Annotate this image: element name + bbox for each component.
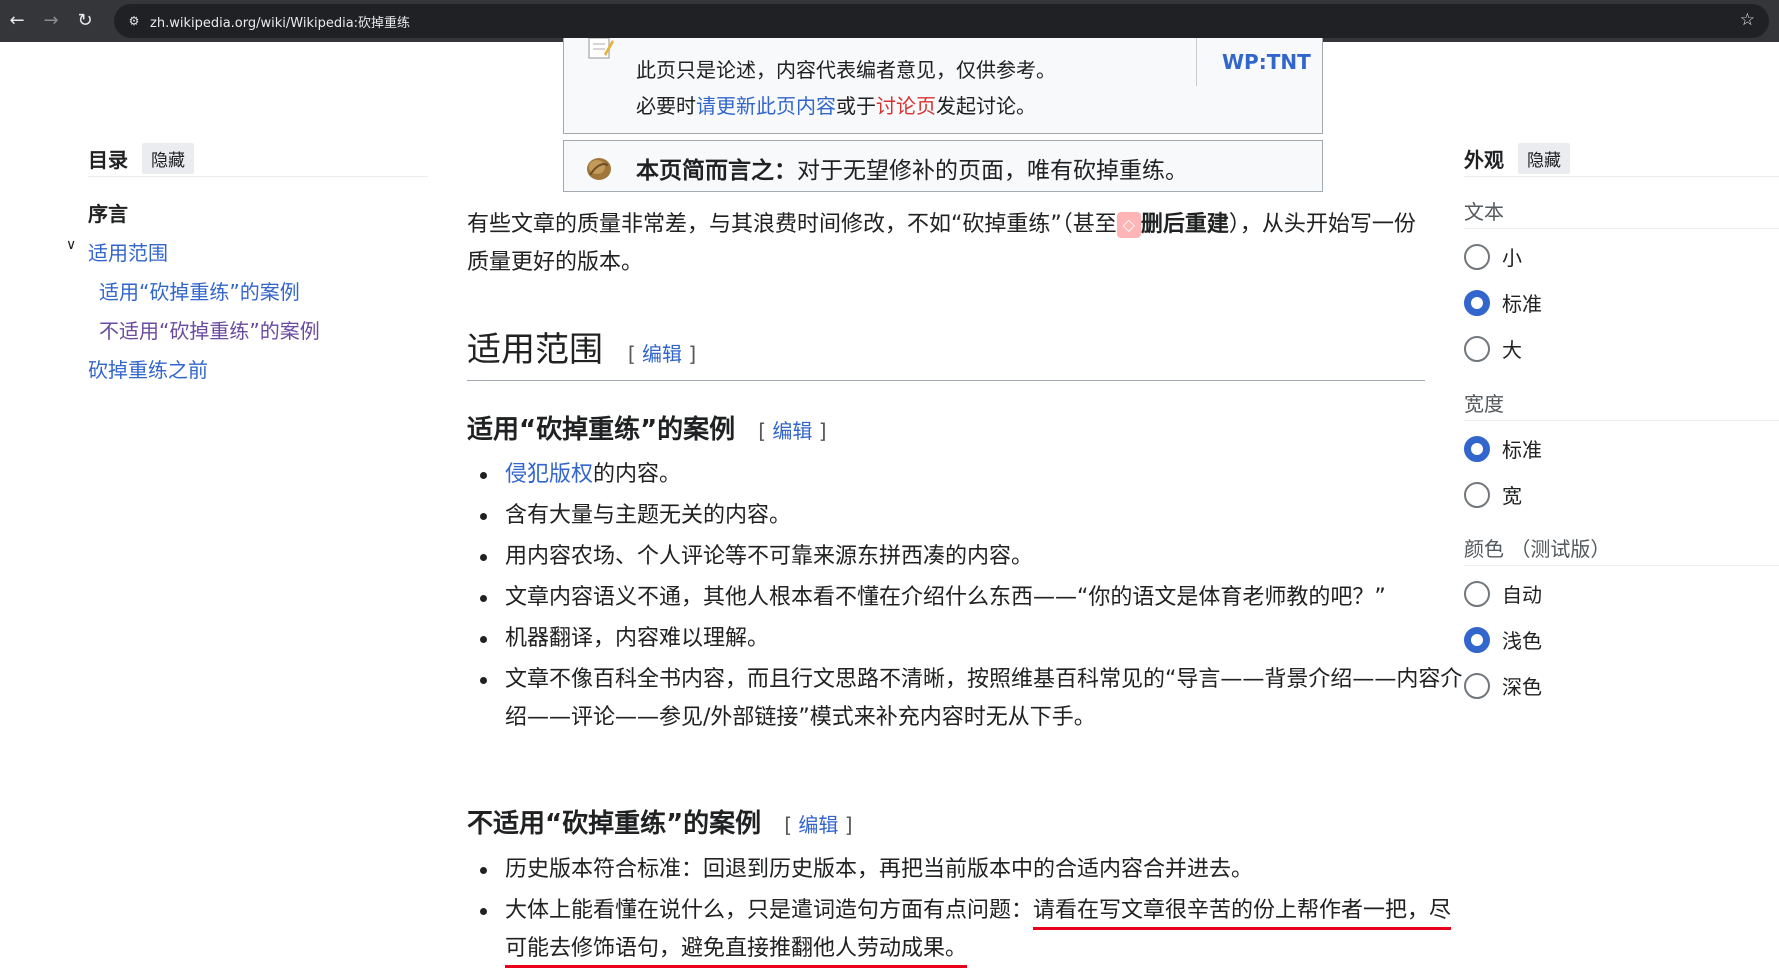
not-apply-cases-list: 历史版本符合标准：回退到历史版本，再把当前版本中的合适内容合并进去。 大体上能看…: [467, 851, 1465, 971]
radio-circle[interactable]: [1464, 243, 1490, 270]
notice-divider: [1196, 38, 1197, 86]
table-of-contents: 目录 隐藏 序言 ∨ 适用范围 适用“砍掉重练”的案例 不适用“砍掉重练”的案例…: [66, 140, 428, 382]
toc-hide-button[interactable]: 隐藏: [142, 142, 194, 174]
update-page-link[interactable]: 请更新此页内容: [696, 94, 836, 118]
list-item: 大体上能看懂在说什么，只是遣词造句方面有点问题：请看在写文章很辛苦的份上帮作者一…: [480, 892, 1465, 968]
list-item: 侵犯版权的内容。: [480, 456, 1465, 494]
text-size-small-radio[interactable]: 小: [1464, 242, 1522, 271]
essay-note-icon: [588, 38, 614, 59]
browser-toolbar: ← → ↻ ⚙ zh.wikipedia.org/wiki/Wikipedia:…: [0, 0, 1779, 42]
width-standard-radio[interactable]: 标准: [1464, 434, 1542, 463]
forward-icon[interactable]: →: [38, 8, 64, 34]
toc-item-scope[interactable]: ∨ 适用范围: [66, 237, 168, 266]
list-item: 文章内容语义不通，其他人根本看不懂在介绍什么东西——“你的语文是体育老师教的吧？…: [480, 579, 1465, 617]
section-heading-scope: 适用范围 [ 编辑 ]: [467, 322, 1425, 381]
color-light-radio[interactable]: 浅色: [1464, 625, 1542, 654]
toc-title: 目录: [88, 147, 128, 172]
nutshell-box: 本页简而言之：对于无望修补的页面，唯有砍掉重练。: [563, 140, 1323, 192]
list-item: 含有大量与主题无关的内容。: [480, 497, 1465, 535]
color-label: 颜色 （测试版）: [1464, 537, 1611, 561]
section-heading-not-apply: 不适用“砍掉重练”的案例 [ 编辑 ]: [467, 809, 853, 839]
essay-notice-box: 此页只是论述，内容代表编者意见，仅供参考。 必要时请更新此页内容或于讨论页发起讨…: [563, 38, 1323, 134]
radio-circle[interactable]: [1464, 672, 1490, 699]
list-item: 用内容农场、个人评论等不可靠来源东拼西凑的内容。: [480, 538, 1465, 576]
talk-page-link[interactable]: 讨论页: [876, 94, 936, 118]
list-item: 机器翻译，内容难以理解。: [480, 620, 1465, 658]
group-divider: [1464, 420, 1779, 421]
nutshell-icon: [587, 158, 611, 180]
appearance-panel: 外观 隐藏 文本 小 标准 大 宽度 标准 宽 颜色 （测试版） 自动 浅色 深…: [1464, 140, 1779, 699]
address-bar[interactable]: ⚙ zh.wikipedia.org/wiki/Wikipedia:砍掉重练 ☆: [114, 4, 1769, 38]
width-label: 宽度: [1464, 392, 1504, 416]
text-size-large-radio[interactable]: 大: [1464, 334, 1522, 363]
essay-notice-line2: 必要时请更新此页内容或于讨论页发起讨论。: [636, 94, 1036, 118]
section-heading-apply: 适用“砍掉重练”的案例 [ 编辑 ]: [467, 415, 827, 445]
reload-icon[interactable]: ↻: [72, 8, 98, 34]
text-size-standard-radio[interactable]: 标准: [1464, 288, 1542, 317]
text-size-label: 文本: [1464, 200, 1504, 224]
toc-item-apply-cases[interactable]: 适用“砍掉重练”的案例: [99, 276, 300, 305]
shortcut-link[interactable]: WP:TNT: [1222, 50, 1311, 74]
appearance-hide-button[interactable]: 隐藏: [1518, 142, 1570, 174]
toc-item-intro[interactable]: 序言: [88, 198, 128, 227]
toc-item-before[interactable]: 砍掉重练之前: [88, 354, 208, 383]
intro-paragraph: 有些文章的质量非常差，与其浪费时间修改，不如“砍掉重练”（甚至 ◇ 删后重建），从头…: [467, 212, 1416, 275]
site-info-icon[interactable]: ⚙: [124, 11, 144, 31]
radio-circle[interactable]: [1464, 481, 1490, 508]
chevron-down-icon[interactable]: ∨: [66, 237, 76, 253]
radio-circle[interactable]: [1464, 580, 1490, 607]
toc-item-not-apply-cases[interactable]: 不适用“砍掉重练”的案例: [99, 315, 320, 344]
toc-item-label: 适用范围: [88, 241, 168, 265]
list-item: 文章不像百科全书内容，而且行文思路不清晰，按照维基百科常见的“导言——背景介绍—…: [480, 661, 1465, 737]
color-dark-radio[interactable]: 深色: [1464, 671, 1542, 700]
essay-notice-text: 此页只是论述，内容代表编者意见，仅供参考。: [636, 58, 1056, 82]
group-divider: [1464, 228, 1779, 229]
edit-section-link[interactable]: [ 编辑 ]: [784, 813, 852, 837]
group-divider: [1464, 565, 1779, 566]
radio-circle[interactable]: [1464, 626, 1490, 653]
back-icon[interactable]: ←: [4, 8, 30, 34]
width-wide-radio[interactable]: 宽: [1464, 480, 1522, 509]
bookmark-star-icon[interactable]: ☆: [1740, 10, 1755, 30]
color-auto-radio[interactable]: 自动: [1464, 579, 1542, 608]
radio-circle[interactable]: [1464, 335, 1490, 362]
speedy-delete-badge-icon[interactable]: ◇: [1116, 212, 1141, 238]
edit-section-link[interactable]: [ 编辑 ]: [758, 419, 826, 443]
edit-section-link[interactable]: [ 编辑 ]: [628, 342, 696, 366]
appearance-title: 外观: [1464, 147, 1504, 172]
nutshell-text: 本页简而言之：对于无望修补的页面，唯有砍掉重练。: [636, 158, 1188, 184]
radio-circle[interactable]: [1464, 289, 1490, 316]
heading-text: 适用范围: [467, 330, 603, 370]
url-text[interactable]: zh.wikipedia.org/wiki/Wikipedia:砍掉重练: [150, 12, 410, 31]
list-item: 历史版本符合标准：回退到历史版本，再把当前版本中的合适内容合并进去。: [480, 851, 1465, 889]
copyright-link[interactable]: 侵犯版权: [505, 462, 593, 487]
apply-cases-list: 侵犯版权的内容。 含有大量与主题无关的内容。 用内容农场、个人评论等不可靠来源东…: [467, 456, 1465, 740]
radio-circle[interactable]: [1464, 435, 1490, 462]
